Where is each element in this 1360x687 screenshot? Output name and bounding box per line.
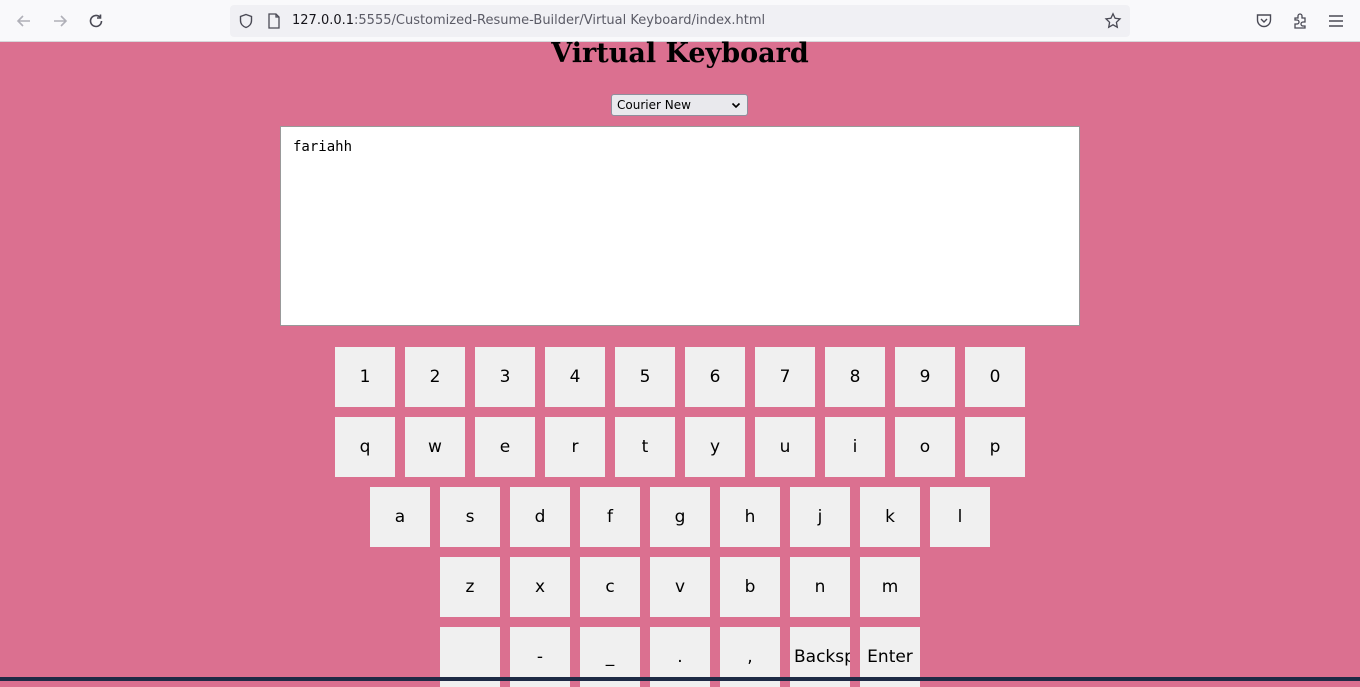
- key-d[interactable]: d: [510, 487, 570, 547]
- forward-button[interactable]: [47, 8, 73, 34]
- key-7[interactable]: 7: [755, 347, 815, 407]
- menu-hamburger-icon[interactable]: [1325, 10, 1347, 32]
- keyboard-row-bottom-letters: z x c v b n m: [0, 557, 1360, 617]
- text-input-area[interactable]: fariahh: [280, 126, 1080, 326]
- page-icon[interactable]: [264, 11, 284, 31]
- key-i[interactable]: i: [825, 417, 885, 477]
- font-select-value: Courier New: [617, 98, 691, 112]
- url-path: :5555/Customized-Resume-Builder/Virtual …: [354, 13, 766, 28]
- key-q[interactable]: q: [335, 417, 395, 477]
- key-b[interactable]: b: [720, 557, 780, 617]
- key-p[interactable]: p: [965, 417, 1025, 477]
- chevron-down-icon: [731, 102, 741, 109]
- key-r[interactable]: r: [545, 417, 605, 477]
- key-a[interactable]: a: [370, 487, 430, 547]
- keyboard-row-home: a s d f g h j k l: [0, 487, 1360, 547]
- pocket-icon[interactable]: [1253, 10, 1275, 32]
- key-4[interactable]: 4: [545, 347, 605, 407]
- keyboard-row-qwerty: q w e r t y u i o p: [0, 417, 1360, 477]
- key-h[interactable]: h: [720, 487, 780, 547]
- url-host: 127.0.0.1: [292, 13, 355, 28]
- key-m[interactable]: m: [860, 557, 920, 617]
- shield-icon[interactable]: [236, 11, 256, 31]
- key-n[interactable]: n: [790, 557, 850, 617]
- keyboard-row-numbers: 1 2 3 4 5 6 7 8 9 0: [0, 347, 1360, 407]
- reload-icon: [89, 14, 103, 28]
- key-2[interactable]: 2: [405, 347, 465, 407]
- url-text[interactable]: 127.0.0.1:5555/Customized-Resume-Builder…: [292, 13, 765, 28]
- page-title: Virtual Keyboard: [551, 38, 809, 69]
- forward-arrow-icon: [54, 15, 68, 27]
- key-c[interactable]: c: [580, 557, 640, 617]
- key-j[interactable]: j: [790, 487, 850, 547]
- key-s[interactable]: s: [440, 487, 500, 547]
- key-6[interactable]: 6: [685, 347, 745, 407]
- key-v[interactable]: v: [650, 557, 710, 617]
- key-k[interactable]: k: [860, 487, 920, 547]
- key-z[interactable]: z: [440, 557, 500, 617]
- extensions-icon[interactable]: [1289, 10, 1311, 32]
- key-0[interactable]: 0: [965, 347, 1025, 407]
- key-y[interactable]: y: [685, 417, 745, 477]
- key-l[interactable]: l: [930, 487, 990, 547]
- key-1[interactable]: 1: [335, 347, 395, 407]
- key-t[interactable]: t: [615, 417, 675, 477]
- key-5[interactable]: 5: [615, 347, 675, 407]
- key-g[interactable]: g: [650, 487, 710, 547]
- reload-button[interactable]: [83, 8, 109, 34]
- url-bar[interactable]: 127.0.0.1:5555/Customized-Resume-Builder…: [230, 5, 1130, 37]
- key-u[interactable]: u: [755, 417, 815, 477]
- taskbar-edge: [0, 677, 1360, 681]
- back-arrow-icon: [16, 15, 30, 27]
- key-w[interactable]: w: [405, 417, 465, 477]
- key-8[interactable]: 8: [825, 347, 885, 407]
- key-f[interactable]: f: [580, 487, 640, 547]
- key-x[interactable]: x: [510, 557, 570, 617]
- browser-toolbar: 127.0.0.1:5555/Customized-Resume-Builder…: [0, 0, 1360, 42]
- key-e[interactable]: e: [475, 417, 535, 477]
- back-button[interactable]: [11, 8, 37, 34]
- bookmark-star-icon[interactable]: [1103, 11, 1123, 31]
- key-o[interactable]: o: [895, 417, 955, 477]
- key-3[interactable]: 3: [475, 347, 535, 407]
- key-9[interactable]: 9: [895, 347, 955, 407]
- font-select[interactable]: Courier New: [611, 94, 748, 116]
